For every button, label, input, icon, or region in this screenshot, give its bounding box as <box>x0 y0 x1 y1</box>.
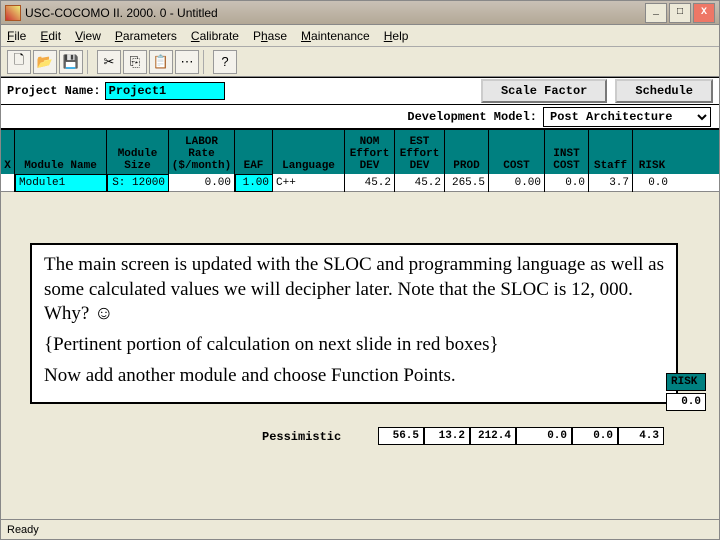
cut-icon[interactable]: ✂ <box>97 50 121 74</box>
paste-icon[interactable]: 📋 <box>149 50 173 74</box>
development-model-label: Development Model: <box>407 110 537 124</box>
table-row[interactable]: Module1 S: 12000 0.00 1.00 C++ 45.2 45.2… <box>1 174 719 192</box>
annotation-text-2: {Pertinent portion of calculation on nex… <box>44 333 664 358</box>
project-name-label: Project Name: <box>7 84 101 98</box>
row-cost: 0.00 <box>489 174 545 192</box>
menu-parameters[interactable]: Parameters <box>115 29 177 43</box>
col-x: X <box>1 130 15 174</box>
summary-row: 56.5 13.2 212.4 0.0 0.0 4.3 <box>378 427 664 445</box>
sum-f: 4.3 <box>618 427 664 445</box>
menu-phase[interactable]: Phase <box>253 29 287 43</box>
project-name-input[interactable] <box>105 82 225 100</box>
menu-calibrate[interactable]: Calibrate <box>191 29 239 43</box>
sum-e: 0.0 <box>572 427 618 445</box>
row-prod: 265.5 <box>445 174 489 192</box>
scale-factor-button[interactable]: Scale Factor <box>481 79 607 103</box>
row-x <box>1 174 15 192</box>
row-nom: 45.2 <box>345 174 395 192</box>
col-prod: PROD <box>445 130 489 174</box>
row-module-size[interactable]: S: 12000 <box>107 174 169 192</box>
copy-icon[interactable]: ⎘ <box>123 50 147 74</box>
save-icon[interactable]: 💾 <box>59 50 83 74</box>
sum-a: 56.5 <box>378 427 424 445</box>
project-row: Project Name: Scale Factor Schedule <box>1 77 719 105</box>
sum-b: 13.2 <box>424 427 470 445</box>
row-language: C++ <box>273 174 345 192</box>
development-model-row: Development Model: Post Architecture <box>1 105 719 129</box>
status-bar: Ready <box>1 519 719 539</box>
schedule-button[interactable]: Schedule <box>615 79 713 103</box>
status-text: Ready <box>7 524 39 536</box>
development-model-select[interactable]: Post Architecture <box>543 107 711 127</box>
maximize-button[interactable]: □ <box>669 3 691 23</box>
props-icon[interactable]: ⋯ <box>175 50 199 74</box>
menu-file[interactable]: File <box>7 29 26 43</box>
menu-help[interactable]: Help <box>384 29 409 43</box>
open-icon[interactable]: 📂 <box>33 50 57 74</box>
row-risk: 0.0 <box>633 174 671 192</box>
risk-column-header: RISK <box>666 373 706 391</box>
col-staff: Staff <box>589 130 633 174</box>
col-language: Language <box>273 130 345 174</box>
pessimistic-label: Pessimistic <box>262 430 341 444</box>
sum-d: 0.0 <box>516 427 572 445</box>
menubar: File Edit View Parameters Calibrate Phas… <box>1 25 719 47</box>
annotation-text-3: Now add another module and choose Functi… <box>44 364 664 389</box>
summary-risk: 0.0 <box>666 393 706 411</box>
titlebar: USC-COCOMO II. 2000. 0 - Untitled _ □ X <box>1 1 719 25</box>
col-est: EST Effort DEV <box>395 130 445 174</box>
toolbar: 🗋 📂 💾 ✂ ⎘ 📋 ⋯ ? <box>1 47 719 77</box>
col-nom: NOM Effort DEV <box>345 130 395 174</box>
row-eaf[interactable]: 1.00 <box>235 174 273 192</box>
new-icon[interactable]: 🗋 <box>7 50 31 74</box>
table-header: X Module Name Module Size LABOR Rate ($/… <box>1 130 719 174</box>
module-table: X Module Name Module Size LABOR Rate ($/… <box>1 129 719 192</box>
row-staff: 3.7 <box>589 174 633 192</box>
window-title: USC-COCOMO II. 2000. 0 - Untitled <box>25 6 645 20</box>
col-module-size: Module Size <box>107 130 169 174</box>
row-module-name[interactable]: Module1 <box>15 174 107 192</box>
col-cost: COST <box>489 130 545 174</box>
help-icon[interactable]: ? <box>213 50 237 74</box>
row-est: 45.2 <box>395 174 445 192</box>
annotation-text-1: The main screen is updated with the SLOC… <box>44 253 664 327</box>
menu-edit[interactable]: Edit <box>40 29 61 43</box>
app-icon <box>5 5 21 21</box>
menu-maintenance[interactable]: Maintenance <box>301 29 370 43</box>
row-labor: 0.00 <box>169 174 235 192</box>
sum-g: 0.0 <box>666 393 706 411</box>
col-eaf: EAF <box>235 130 273 174</box>
col-module-name: Module Name <box>15 130 107 174</box>
close-button[interactable]: X <box>693 3 715 23</box>
col-risk: RISK <box>633 130 671 174</box>
col-labor: LABOR Rate ($/month) <box>169 130 235 174</box>
sum-c: 212.4 <box>470 427 516 445</box>
menu-view[interactable]: View <box>75 29 101 43</box>
annotation-overlay: The main screen is updated with the SLOC… <box>30 243 678 404</box>
row-inst: 0.0 <box>545 174 589 192</box>
minimize-button[interactable]: _ <box>645 3 667 23</box>
col-inst: INST COST <box>545 130 589 174</box>
